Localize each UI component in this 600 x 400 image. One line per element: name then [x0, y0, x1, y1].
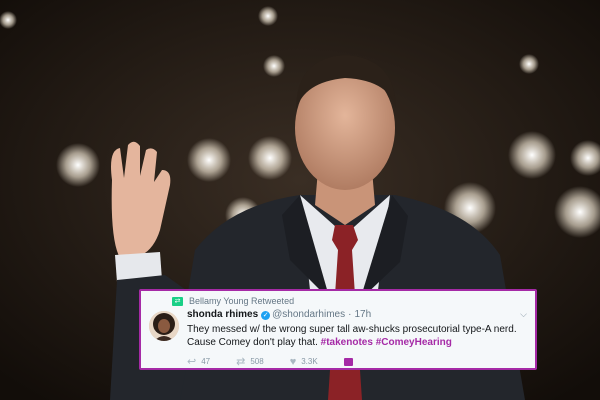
display-name[interactable]: shonda rhimes	[187, 309, 258, 321]
reply-icon: ↩	[187, 356, 197, 368]
retweet-count: 508	[250, 357, 264, 366]
tweet-content: shonda rhimes ✓ @shondarhimes · 17h They…	[187, 309, 517, 349]
direct-message-icon	[343, 357, 353, 366]
retweeted-by-label: Bellamy Young Retweeted	[189, 296, 295, 306]
retweet-icon: ⇄	[172, 296, 183, 306]
reply-count: 47	[201, 357, 211, 366]
separator-dot: ·	[348, 309, 352, 320]
like-count: 3.3K	[301, 357, 318, 366]
reply-button[interactable]: ↩ 47	[187, 355, 210, 368]
retweet-button[interactable]: ⇄ 508	[236, 355, 264, 368]
verified-badge-icon: ✓	[261, 310, 271, 320]
tweet-actions: ↩ 47 ⇄ 508 ♥ 3.3K	[187, 355, 384, 368]
direct-message-button[interactable]	[343, 357, 358, 366]
hashtag-comeyhearing[interactable]: #ComeyHearing	[376, 337, 452, 348]
tweet-card[interactable]: ⇄ Bellamy Young Retweeted ⌵ shonda rhime…	[139, 289, 537, 370]
tweet-timestamp[interactable]: 17h	[354, 309, 371, 321]
retweet-context: ⇄ Bellamy Young Retweeted	[172, 295, 527, 307]
avatar[interactable]	[149, 311, 179, 341]
tweet-text: They messed w/ the wrong super tall aw-s…	[187, 323, 517, 349]
retweet-action-icon: ⇄	[236, 356, 246, 368]
like-button[interactable]: ♥ 3.3K	[290, 356, 318, 368]
chevron-down-icon[interactable]: ⌵	[520, 309, 527, 320]
hashtag-takenotes[interactable]: #takenotes	[321, 337, 373, 348]
user-handle[interactable]: @shondarhimes	[272, 309, 345, 321]
like-icon: ♥	[289, 355, 297, 368]
tweet-header: shonda rhimes ✓ @shondarhimes · 17h	[187, 309, 517, 321]
